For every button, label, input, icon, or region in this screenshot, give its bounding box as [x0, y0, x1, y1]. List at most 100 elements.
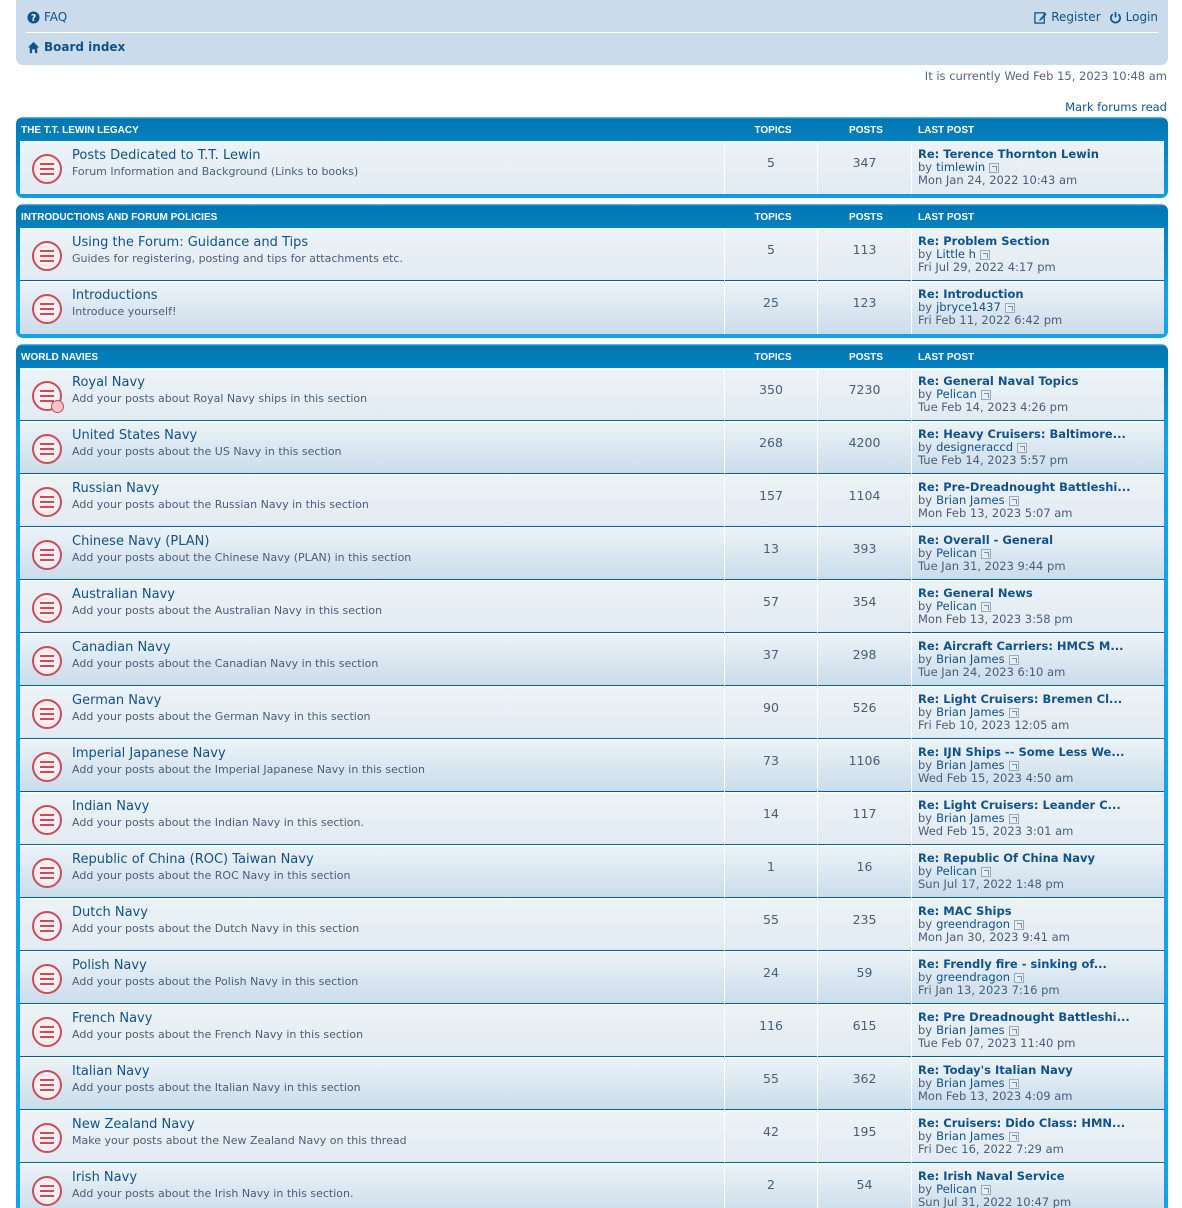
forum-lines-glyph: [40, 708, 54, 720]
forum-posts-count: 7230: [818, 369, 912, 421]
forum-title-link[interactable]: Posts Dedicated to T.T. Lewin: [72, 148, 260, 163]
board-index-link[interactable]: Board index: [27, 40, 125, 54]
forum-description: Add your posts about the US Navy in this…: [72, 445, 342, 458]
view-latest-post-icon[interactable]: [1017, 442, 1028, 453]
forum-title-link[interactable]: Italian Navy: [72, 1064, 150, 1079]
forum-title-link[interactable]: Dutch Navy: [72, 905, 148, 920]
forum-posts-count: 526: [818, 687, 912, 739]
forum-read-icon[interactable]: [32, 540, 62, 570]
forum-read-icon[interactable]: [32, 434, 62, 464]
forum-title-link[interactable]: Using the Forum: Guidance and Tips: [72, 235, 308, 250]
category-title[interactable]: THE T.T. LEWIN LEGACY: [21, 125, 139, 136]
view-latest-post-icon[interactable]: [980, 601, 991, 612]
forum-title-link[interactable]: French Navy: [72, 1011, 152, 1026]
forum-title-link[interactable]: United States Navy: [72, 428, 197, 443]
forum-read-icon[interactable]: [32, 154, 62, 184]
forum-read-icon[interactable]: [32, 487, 62, 517]
forum-posts-count: 195: [818, 1111, 912, 1163]
view-latest-post-icon[interactable]: [1014, 972, 1025, 983]
view-latest-post-icon[interactable]: [1008, 495, 1019, 506]
forum-lines-glyph: [40, 1026, 54, 1038]
last-post-time: Wed Feb 15, 2023 3:01 am: [918, 824, 1074, 838]
forum-title-link[interactable]: German Navy: [72, 693, 161, 708]
forum-topics-count: 5: [724, 142, 818, 194]
home-icon: [27, 41, 40, 53]
view-latest-post-icon[interactable]: [979, 249, 990, 260]
view-latest-post-icon[interactable]: [1008, 707, 1019, 718]
forum-read-icon[interactable]: [32, 911, 62, 941]
forum-topics-count: 37: [724, 634, 818, 686]
forum-lines-glyph: [40, 973, 54, 985]
forum-read-icon[interactable]: [32, 1070, 62, 1100]
forum-read-icon[interactable]: [32, 752, 62, 782]
forum-title-link[interactable]: Royal Navy: [72, 375, 145, 390]
forum-description: Forum Information and Background (Links …: [72, 165, 359, 178]
forum-lines-glyph: [40, 549, 54, 561]
forum-title-link[interactable]: New Zealand Navy: [72, 1117, 195, 1132]
faq-link[interactable]: ? FAQ: [27, 10, 67, 24]
forum-read-icon[interactable]: [32, 858, 62, 888]
view-latest-post-icon[interactable]: [1008, 1025, 1019, 1036]
view-latest-post-icon[interactable]: [980, 1184, 991, 1195]
view-latest-post-icon[interactable]: [980, 389, 991, 400]
last-post-time: Mon Jan 30, 2023 9:41 am: [918, 930, 1070, 944]
forum-title-link[interactable]: Russian Navy: [72, 481, 159, 496]
view-latest-post-icon[interactable]: [1008, 654, 1019, 665]
forum-lines-glyph: [40, 390, 54, 402]
last-post-time: Fri Feb 10, 2023 12:05 am: [918, 718, 1070, 732]
forum-title-link[interactable]: Chinese Navy (PLAN): [72, 534, 209, 549]
mark-forums-read-link[interactable]: Mark forums read: [1065, 100, 1167, 114]
power-icon: [1109, 11, 1121, 23]
last-post: Re: Introduction by jbryce1437 Fri Feb 11,…: [918, 288, 1158, 327]
forum-read-icon[interactable]: [32, 241, 62, 271]
category-title[interactable]: WORLD NAVIES: [21, 352, 98, 363]
forum-title-link[interactable]: Imperial Japanese Navy: [72, 746, 226, 761]
forum-read-icon[interactable]: [32, 1176, 62, 1206]
forum-description: Add your posts about the Canadian Navy i…: [72, 657, 379, 670]
forum-title-link[interactable]: Canadian Navy: [72, 640, 171, 655]
forum-posts-count: 117: [818, 793, 912, 845]
topics-column-header: TOPICS: [754, 212, 792, 223]
view-latest-post-icon[interactable]: [1008, 760, 1019, 771]
view-latest-post-icon[interactable]: [980, 548, 991, 559]
view-latest-post-icon[interactable]: [1004, 302, 1015, 313]
forum-posts-count: 347: [818, 142, 912, 194]
board-index-label: Board index: [44, 40, 126, 54]
view-latest-post-icon[interactable]: [1008, 1131, 1019, 1142]
forum-title-link[interactable]: Australian Navy: [72, 587, 175, 602]
view-latest-post-icon[interactable]: [1008, 1078, 1019, 1089]
forum-title-link[interactable]: Introductions: [72, 288, 158, 303]
forum-read-icon[interactable]: [32, 294, 62, 324]
forum-title-link[interactable]: Irish Navy: [72, 1170, 137, 1185]
forum-posts-count: 1106: [818, 740, 912, 792]
last-post: Re: Pre Dreadnought Battleshi... by Brian…: [918, 1011, 1158, 1050]
last-post: Re: Light Cruisers: Leander C... by Brian…: [918, 799, 1158, 838]
last-post-time: Sun Jul 17, 2022 1:48 pm: [918, 877, 1064, 891]
forum-read-icon[interactable]: [32, 964, 62, 994]
forum-read-icon[interactable]: [32, 1123, 62, 1153]
category-title[interactable]: INTRODUCTIONS AND FORUM POLICIES: [21, 212, 217, 223]
forum-title-link[interactable]: Indian Navy: [72, 799, 149, 814]
login-link[interactable]: Login: [1109, 10, 1158, 24]
forum-title-link[interactable]: Polish Navy: [72, 958, 147, 973]
register-link[interactable]: Register: [1034, 10, 1101, 24]
posts-column-header: POSTS: [849, 212, 883, 223]
forum-category: WORLD NAVIES TOPICS POSTS LAST POST Royal Na…: [16, 344, 1168, 1208]
forum-description: Guides for registering, posting and tips…: [72, 252, 403, 265]
forum-read-icon[interactable]: [32, 646, 62, 676]
forum-title-link[interactable]: Republic of China (ROC) Taiwan Navy: [72, 852, 314, 867]
view-latest-post-icon[interactable]: [980, 866, 991, 877]
forum-description: Add your posts about the Russian Navy in…: [72, 498, 369, 511]
forum-read-icon[interactable]: [32, 699, 62, 729]
view-latest-post-icon[interactable]: [1014, 919, 1025, 930]
forum-read-icon[interactable]: [32, 805, 62, 835]
forum-description: Add your posts about the French Navy in …: [72, 1028, 364, 1041]
forum-list: Posts Dedicated to T.T. Lewin Forum Infor…: [20, 141, 1164, 194]
forum-read-icon[interactable]: [32, 381, 64, 413]
forum-read-icon[interactable]: [32, 593, 62, 623]
posts-column-header: POSTS: [849, 125, 883, 136]
view-latest-post-icon[interactable]: [1008, 813, 1019, 824]
view-latest-post-icon[interactable]: [989, 162, 1000, 173]
faq-label: FAQ: [44, 10, 68, 24]
forum-read-icon[interactable]: [32, 1017, 62, 1047]
